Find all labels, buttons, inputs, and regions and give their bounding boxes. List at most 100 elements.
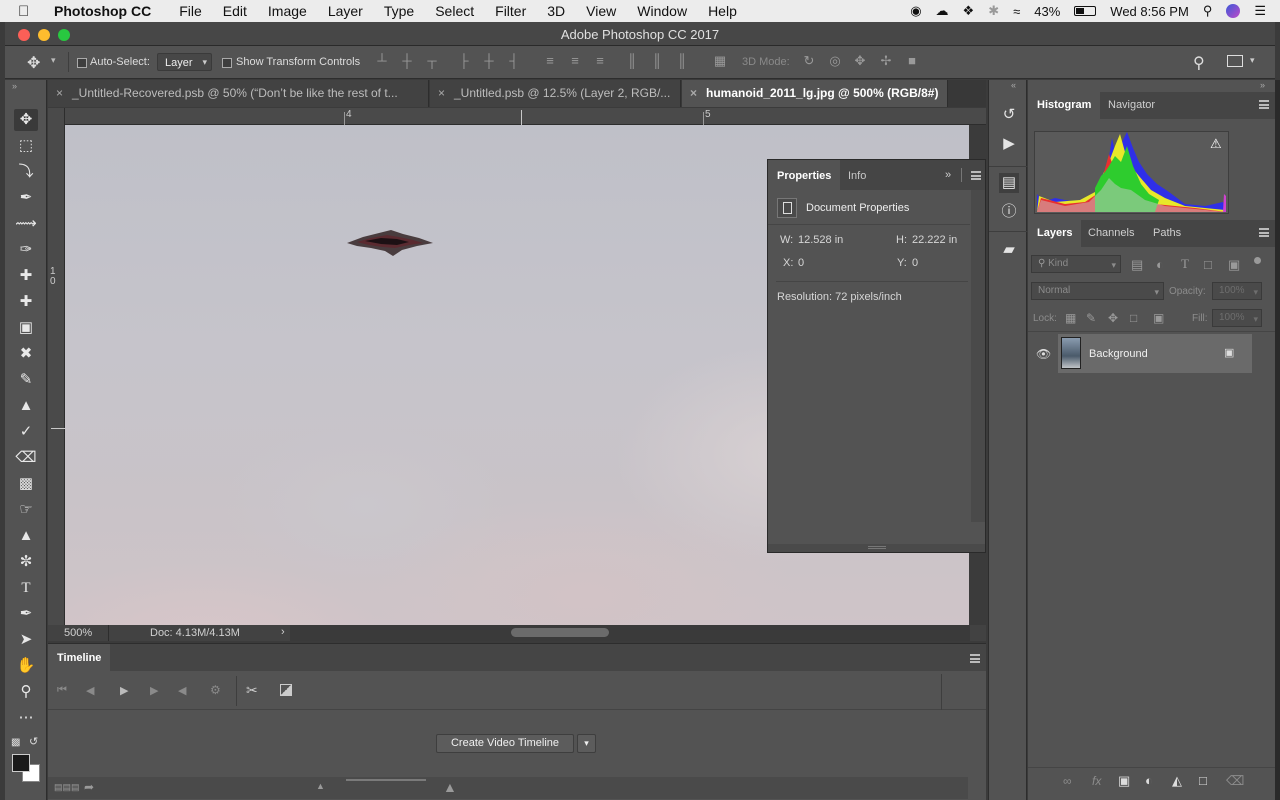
tab-untitled-recovered[interactable]: × _Untitled-Recovered.psb @ 50% (“Don’t … [48,80,429,107]
create-video-timeline-button[interactable]: Create Video Timeline [436,734,574,753]
filter-smart-object-icon[interactable]: ▣ [1228,257,1240,273]
menu-layer[interactable]: Layer [328,3,363,19]
default-colors-icon[interactable]: ▩ [11,737,20,748]
chevron-down-icon[interactable]: ▾ [1250,55,1255,66]
menu-type[interactable]: Type [384,3,414,19]
panel-menu-icon[interactable] [971,171,981,180]
tab-channels[interactable]: Channels [1079,220,1143,247]
align-hcenter-icon[interactable]: ┼ [482,54,496,68]
spotlight-icon[interactable]: ⚲ [1203,3,1213,19]
menu-image[interactable]: Image [268,3,307,19]
tab-properties[interactable]: Properties [768,160,841,190]
move-tool-icon[interactable]: ✥ [14,109,38,131]
distribute-vcenter-icon[interactable]: ≡ [568,54,582,68]
align-top-icon[interactable]: ┴ [375,54,389,68]
menu-window[interactable]: Window [637,3,687,19]
horizontal-scrollbar[interactable] [290,625,970,641]
properties-panel-icon[interactable]: ▤ [999,173,1019,193]
close-tab-icon[interactable]: × [438,80,445,107]
blend-mode-dropdown[interactable]: Normal ▾ [1031,282,1164,300]
notification-center-icon[interactable]: ☰ [1254,3,1266,19]
menu-filter[interactable]: Filter [495,3,526,19]
layer-name[interactable]: Background [1089,348,1148,360]
adjustment-layer-icon[interactable]: ◐ [1145,773,1153,788]
status-menu-arrow-icon[interactable]: › [281,626,285,638]
delete-layer-icon[interactable]: ⌫ [1226,773,1244,789]
transform-controls-checkbox[interactable] [222,57,232,69]
3d-orbit-icon[interactable]: ↻ [802,54,816,68]
collapse-chevron-icon[interactable]: » [1260,80,1265,90]
doc-size[interactable]: Doc: 4.13M/4.13M [150,627,240,639]
warning-icon[interactable]: ⚠ [1210,136,1222,152]
actions-panel-icon[interactable]: ▶ [999,134,1019,154]
auto-select-checkbox[interactable] [77,57,87,69]
foreground-color-swatch[interactable] [12,754,30,772]
mute-audio-icon[interactable]: ◀ [178,684,186,697]
zoom-in-icon[interactable]: ▲ [443,779,457,795]
apple-icon[interactable]:  [18,3,40,20]
filter-adjustment-icon[interactable]: ◐ [1156,257,1164,272]
clone-source-icon[interactable]: ▰ [999,240,1019,260]
tab-timeline[interactable]: Timeline [48,644,111,671]
menu-file[interactable]: File [179,3,202,19]
tab-humanoid[interactable]: × humanoid_2011_lg.jpg @ 500% (RGB/8#) [682,80,948,107]
wifi-icon[interactable]: ≈ [1013,4,1020,19]
3d-pan-icon[interactable]: ✥ [853,54,867,68]
panel-menu-icon[interactable] [1259,100,1269,109]
align-right-icon[interactable]: ┤ [507,54,521,68]
panel-collapse-icon[interactable]: » [945,169,951,181]
3d-roll-icon[interactable]: ◎ [828,54,842,68]
menu-select[interactable]: Select [435,3,474,19]
panel-menu-icon[interactable] [1259,228,1269,237]
bluetooth-icon[interactable]: ✱ [988,3,999,19]
filter-toggle[interactable] [1254,257,1261,264]
x-value[interactable]: 0 [798,257,804,269]
patch-tool-icon[interactable]: ▣ [14,317,38,339]
layer-row-background[interactable]: 👁 Background ▣ [1028,334,1252,373]
render-video-icon[interactable]: ➦ [84,780,94,794]
auto-align-icon[interactable]: ▦ [713,54,727,68]
transition-icon[interactable] [280,684,292,696]
timeline-type-dropdown[interactable]: ▾ [577,734,596,753]
zoom-out-icon[interactable]: ▲ [316,781,325,791]
search-icon[interactable]: ⚲ [1193,53,1205,73]
tab-navigator[interactable]: Navigator [1099,92,1164,119]
menu-edit[interactable]: Edit [223,3,247,19]
tab-layers[interactable]: Layers [1028,220,1082,247]
scrollbar-thumb[interactable] [511,628,609,637]
properties-scrollbar[interactable] [971,190,985,522]
chevron-down-icon[interactable]: ▾ [51,55,56,66]
lock-all-icon[interactable]: ▣ [1153,311,1164,325]
distribute-top-icon[interactable]: ≡ [543,54,557,68]
panel-menu-icon[interactable] [970,654,980,663]
eyedropper-tool-icon[interactable]: ✑ [14,239,38,261]
gradient-tool-icon[interactable]: ▩ [14,473,38,495]
siri-icon[interactable] [1226,4,1241,18]
history-brush-tool-icon[interactable]: ✓ [14,421,38,443]
type-tool-icon[interactable]: T [14,577,38,599]
history-panel-icon[interactable]: ↺ [999,105,1019,125]
zoom-slider[interactable] [346,779,426,781]
fill-field[interactable]: 100% ▾ [1212,309,1262,327]
zoom-level[interactable]: 500% [64,627,92,639]
battery-icon[interactable] [1074,6,1097,16]
width-value[interactable]: 12.528 in [798,234,843,246]
distribute-right-icon[interactable]: ║ [675,54,689,68]
creative-cloud-icon[interactable]: ☁ [936,3,949,19]
lock-position-icon[interactable]: ✥ [1108,311,1118,325]
lock-artboard-icon[interactable]: □ [1130,311,1137,325]
auto-select-dropdown[interactable]: Layer ▾ [157,53,212,71]
menu-view[interactable]: View [586,3,616,19]
lasso-tool-icon[interactable]: ⤵ [14,161,38,183]
battery-percent[interactable]: 43% [1034,4,1060,19]
new-group-icon[interactable]: ◭ [1172,773,1182,789]
play-icon[interactable]: ▶ [120,684,128,697]
new-layer-icon[interactable]: □ [1199,773,1207,788]
pen-tool-icon[interactable]: ✒ [14,603,38,625]
resize-grip[interactable] [768,544,985,552]
menu-help[interactable]: Help [708,3,737,19]
filter-type-icon[interactable]: T [1181,256,1189,272]
eraser-tool-icon[interactable]: ⌫ [14,447,38,469]
dodge-tool-icon[interactable]: ▲ [14,525,38,547]
convert-frame-icon[interactable]: ▤▤▤ [54,782,80,793]
